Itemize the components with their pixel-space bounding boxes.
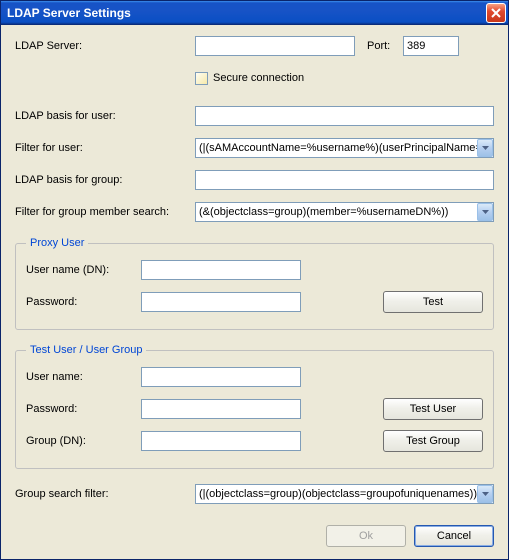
proxy-password-label: Password: [26, 296, 141, 308]
test-group-button[interactable]: Test Group [383, 430, 483, 452]
test-username-label: User name: [26, 371, 141, 383]
window-title: LDAP Server Settings [7, 6, 486, 20]
basis-user-input[interactable] [195, 106, 494, 126]
group-search-combo[interactable]: (|(objectclass=group)(objectclass=groupo… [195, 484, 494, 504]
test-password-label: Password: [26, 403, 141, 415]
ldap-server-label: LDAP Server: [15, 40, 195, 52]
group-search-value: (|(objectclass=group)(objectclass=groupo… [199, 488, 477, 500]
chevron-down-icon [477, 203, 493, 221]
filter-user-combo[interactable]: (|(sAMAccountName=%username%)(userPrinci… [195, 138, 494, 158]
dialog-content: LDAP Server: Port: Secure connection LDA… [1, 25, 508, 559]
proxy-password-input[interactable] [141, 292, 301, 312]
port-input[interactable] [403, 36, 459, 56]
basis-user-label: LDAP basis for user: [15, 110, 195, 122]
secure-connection-checkbox[interactable] [195, 72, 208, 85]
filter-group-member-combo[interactable]: (&(objectclass=group)(member=%usernameDN… [195, 202, 494, 222]
close-icon [491, 8, 501, 18]
chevron-down-icon [477, 485, 493, 503]
ldap-server-input[interactable] [195, 36, 355, 56]
basis-group-input[interactable] [195, 170, 494, 190]
test-button[interactable]: Test [383, 291, 483, 313]
port-label: Port: [367, 40, 403, 52]
test-user-legend: Test User / User Group [26, 344, 146, 356]
test-user-group: Test User / User Group User name: Passwo… [15, 344, 494, 469]
test-password-input[interactable] [141, 399, 301, 419]
test-group-input[interactable] [141, 431, 301, 451]
basis-group-label: LDAP basis for group: [15, 174, 195, 186]
filter-group-member-label: Filter for group member search: [15, 206, 195, 218]
proxy-user-legend: Proxy User [26, 237, 88, 249]
proxy-username-input[interactable] [141, 260, 301, 280]
filter-user-value: (|(sAMAccountName=%username%)(userPrinci… [199, 142, 477, 154]
ok-button: Ok [326, 525, 406, 547]
group-search-label: Group search filter: [15, 488, 195, 500]
test-group-label: Group (DN): [26, 435, 141, 447]
cancel-button[interactable]: Cancel [414, 525, 494, 547]
test-user-button[interactable]: Test User [383, 398, 483, 420]
titlebar: LDAP Server Settings [1, 1, 508, 25]
chevron-down-icon [477, 139, 493, 157]
filter-user-label: Filter for user: [15, 142, 195, 154]
close-button[interactable] [486, 3, 506, 23]
dialog-footer: Ok Cancel [15, 517, 494, 547]
proxy-user-group: Proxy User User name (DN): Password: Tes… [15, 237, 494, 330]
filter-group-member-value: (&(objectclass=group)(member=%usernameDN… [199, 206, 477, 218]
dialog-window: LDAP Server Settings LDAP Server: Port: … [0, 0, 509, 560]
test-username-input[interactable] [141, 367, 301, 387]
proxy-username-label: User name (DN): [26, 264, 141, 276]
secure-connection-label: Secure connection [213, 72, 304, 84]
